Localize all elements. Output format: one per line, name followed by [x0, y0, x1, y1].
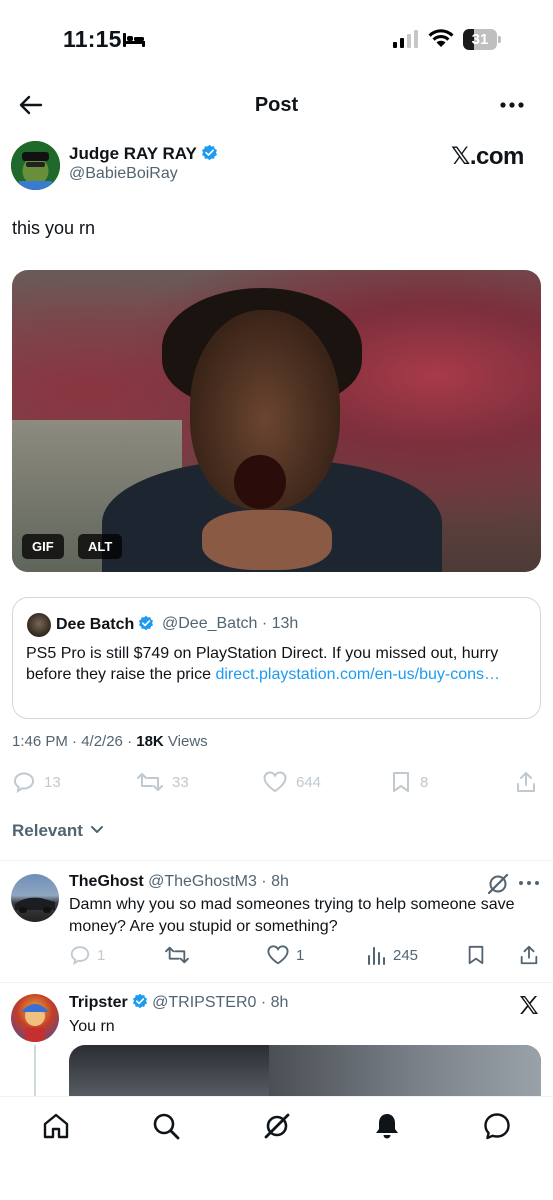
quote-handle-time: @Dee_Batch · 13h: [162, 615, 299, 632]
views-count: 245: [393, 946, 419, 964]
author-handle[interactable]: @BabieBoiRay: [69, 165, 178, 183]
search-icon[interactable]: [151, 1111, 181, 1141]
views-count: 18K: [136, 733, 164, 750]
bed-icon: [123, 33, 145, 47]
bookmark-icon: [393, 772, 409, 792]
reply-avatar[interactable]: [11, 874, 59, 922]
post-header: Post: [0, 80, 553, 132]
reply-actions: 1 1 245: [0, 942, 553, 968]
x-logo-icon: [520, 996, 538, 1014]
wifi-icon: [428, 29, 454, 47]
quote-name-row: Dee Batch: [56, 615, 154, 634]
battery-indicator: 31: [463, 29, 501, 50]
quote-author-name: Dee Batch: [56, 616, 135, 633]
share-button[interactable]: [514, 769, 538, 795]
bookmark-icon: [468, 945, 484, 965]
reply-count: 13: [44, 773, 61, 791]
reply-author-name[interactable]: Tripster: [69, 994, 128, 1011]
signal-icon: [393, 30, 418, 48]
more-icon[interactable]: [498, 94, 526, 116]
repost-icon: [137, 773, 163, 791]
post-date: 1:46 PM · 4/2/26 ·: [12, 733, 137, 750]
post-media-gif[interactable]: GIF ALT: [12, 270, 541, 572]
like-button[interactable]: 644: [262, 769, 321, 795]
messages-icon[interactable]: [482, 1111, 512, 1141]
quote-avatar: [27, 613, 51, 637]
author-name-row[interactable]: Judge RAY RAY: [69, 144, 218, 164]
like-count: 1: [296, 946, 305, 964]
share-icon: [520, 945, 538, 965]
like-button[interactable]: 1: [266, 942, 304, 968]
notifications-icon[interactable]: [372, 1111, 402, 1141]
repost-count: 33: [172, 773, 189, 791]
reply-icon: [13, 772, 35, 794]
reply-handle-time: @TheGhostM3 · 8h: [143, 873, 289, 890]
status-bar: 11:15 31: [0, 0, 553, 80]
bookmark-button[interactable]: 8: [390, 769, 428, 795]
reply-button[interactable]: 13: [12, 769, 61, 795]
thread-line: [34, 1045, 36, 1097]
post-timestamp: 1:46 PM · 4/2/26 · 18K Views: [12, 733, 208, 750]
battery-level: 31: [471, 31, 489, 48]
repost-button[interactable]: [164, 942, 190, 968]
chevron-down-icon: [90, 826, 103, 833]
reply-media[interactable]: [69, 1045, 541, 1101]
grok-icon[interactable]: [262, 1111, 292, 1141]
reply-handle-time: @TRIPSTER0 · 8h: [147, 994, 289, 1011]
replies-sort-dropdown[interactable]: Relevant: [12, 821, 104, 841]
reply-icon: [70, 946, 90, 966]
page-title: Post: [254, 94, 299, 116]
verified-badge-icon: [139, 615, 154, 631]
views-button[interactable]: 245: [367, 942, 418, 968]
reply-button[interactable]: 1: [69, 942, 105, 968]
gif-badge: GIF: [22, 534, 64, 559]
home-icon[interactable]: [41, 1111, 71, 1141]
reply-header: TheGhost @TheGhostM3 · 8h: [69, 873, 289, 891]
reply-header: Tripster @TRIPSTER0 · 8h: [69, 993, 288, 1012]
repost-icon: [165, 946, 189, 964]
quote-text: PS5 Pro is still $749 on PlayStation Dir…: [26, 643, 531, 685]
share-icon: [517, 772, 535, 792]
views-label: Views: [163, 733, 208, 750]
like-count: 644: [296, 773, 322, 791]
verified-badge-icon: [132, 993, 147, 1009]
analytics-icon: [368, 947, 385, 965]
alt-text-button[interactable]: ALT: [78, 534, 123, 559]
author-avatar[interactable]: [11, 141, 60, 190]
reply-item[interactable]: TheGhost @TheGhostM3 · 8h Damn why you s…: [0, 860, 553, 982]
post-author: Judge RAY RAY @BabieBoiRay 𝕏.com: [0, 138, 553, 194]
reply-avatar[interactable]: [11, 994, 59, 1042]
reply-text: Damn why you so mad someones trying to h…: [69, 896, 515, 935]
bookmark-button[interactable]: [466, 942, 486, 968]
heart-icon: [263, 771, 287, 793]
share-button[interactable]: [518, 942, 540, 968]
repost-button[interactable]: 33: [136, 769, 189, 795]
reply-text: You rn: [69, 1018, 115, 1035]
quote-link[interactable]: direct.playstation.com/en-us/buy-cons…: [215, 666, 500, 683]
author-name[interactable]: Judge RAY RAY: [69, 144, 197, 163]
x-com-watermark: 𝕏.com: [451, 143, 524, 170]
more-icon[interactable]: [518, 878, 540, 888]
reply-author-name[interactable]: TheGhost: [69, 873, 144, 890]
quoted-post[interactable]: Dee Batch @Dee_Batch · 13h PS5 Pro is st…: [12, 597, 541, 719]
post-actions: 13 33 644 8: [0, 765, 553, 801]
status-time: 11:15: [63, 26, 122, 52]
verified-badge-icon: [201, 144, 217, 161]
reply-count: 1: [97, 946, 106, 964]
replies-sort-label: Relevant: [12, 821, 83, 840]
bookmark-count: 8: [420, 773, 429, 791]
post-text: this you rn: [12, 218, 96, 238]
grok-icon[interactable]: [486, 872, 510, 896]
heart-icon: [267, 945, 289, 965]
bottom-tab-bar: [0, 1096, 553, 1200]
